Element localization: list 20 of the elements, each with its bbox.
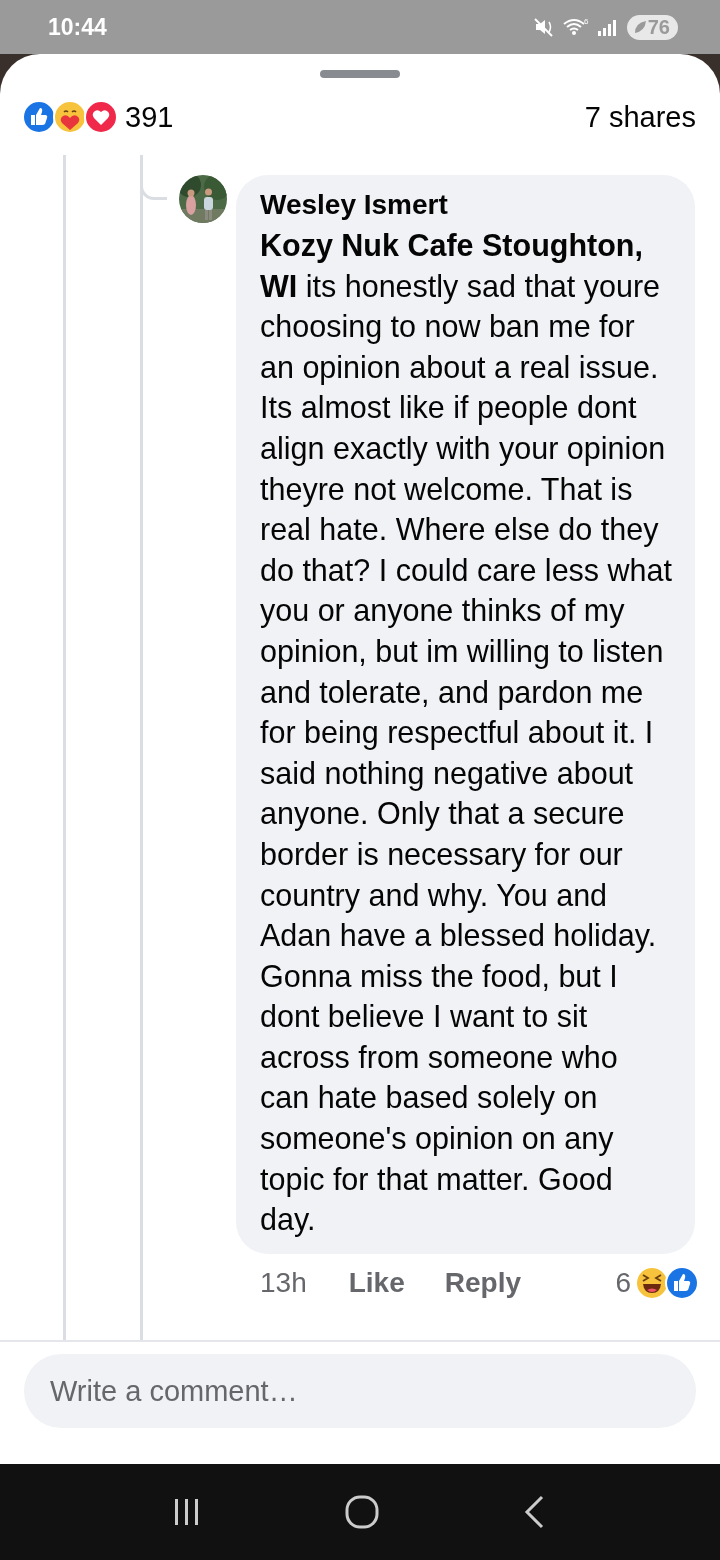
love-icon bbox=[84, 100, 118, 134]
home-icon[interactable] bbox=[344, 1494, 380, 1530]
comment-field[interactable]: Write a comment… bbox=[24, 1354, 696, 1428]
status-time: 10:44 bbox=[48, 13, 107, 41]
author-name[interactable]: Wesley Ismert bbox=[260, 185, 673, 225]
shares-count[interactable]: 7 shares bbox=[584, 100, 696, 134]
mute-icon bbox=[532, 16, 555, 38]
drag-handle[interactable] bbox=[320, 70, 400, 78]
comment-text: Kozy Nuk Cafe Stoughton, WI its honestly sad that youre choosing to now ban me for an opinion about a real issue. Its almost like if people dont align exactly with your opinion theyre not welcome. That is real hate. Where else do they do that? I could care less what you or anyone thinks of my opinion, but im willing to listen and tolerate, and pardon me for being respectful about it. I said nothing negative about anyone. Only that a secure border is necessary for our country and why. You and Adan have a blessed holiday. Gonna miss the food, but I dont believe I want to sit across from someone who can hate based solely on someone's opinion on any topic for that matter. Good day. bbox=[260, 227, 673, 1239]
reaction-count[interactable]: 391 bbox=[125, 100, 174, 134]
comment-time: 13h bbox=[260, 1266, 307, 1299]
haha-icon bbox=[635, 1265, 669, 1300]
like-icon bbox=[22, 100, 56, 134]
like-icon bbox=[665, 1265, 699, 1300]
reply-button[interactable]: Reply bbox=[444, 1266, 521, 1299]
reaction-count[interactable]: 6 bbox=[615, 1266, 631, 1299]
battery-indicator: 76 bbox=[626, 14, 678, 40]
like-button[interactable]: Like bbox=[348, 1266, 405, 1299]
signal-icon bbox=[596, 17, 619, 37]
care-icon bbox=[53, 100, 87, 134]
